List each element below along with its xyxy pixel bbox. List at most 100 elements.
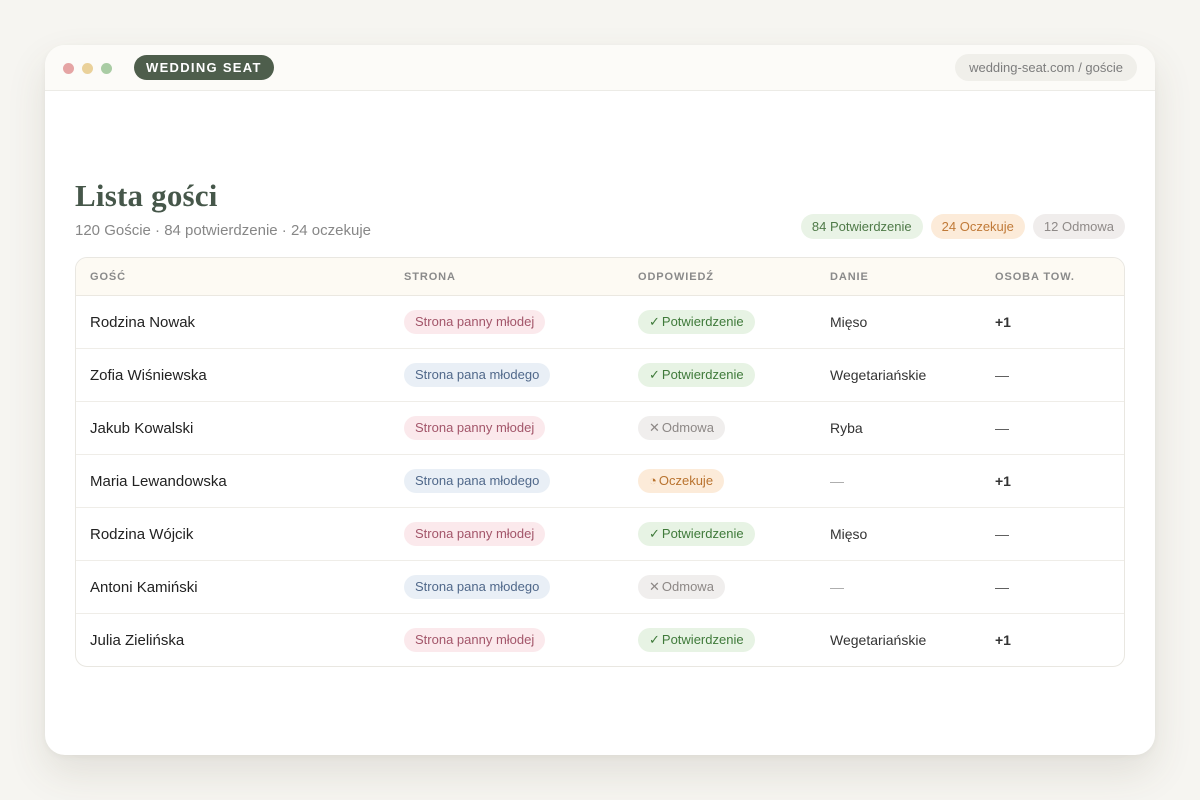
guest-name[interactable]: Jakub Kowalski [90,420,193,437]
rsvp-summary: 84 Potwierdzenie 24 Oczekuje 12 Odmowa [800,214,1125,239]
rsvp-cell: ✓ Potwierdzenie [638,508,755,560]
side-badge: Strona panny młodej [404,310,546,334]
guest-name[interactable]: Maria Lewandowska [90,473,227,490]
rsvp-confirmed-icon: ✓ [649,314,660,329]
side-badge: Strona pana młodego [404,469,551,493]
side-badge: Strona panny młodej [404,628,546,652]
title-bar: WEDDING SEAT wedding-seat.com / goście [45,45,1155,91]
side-cell: Strona pana młodego [404,349,551,401]
rsvp-status-badge[interactable]: ✕ Odmowa [638,575,725,599]
side-cell: Strona panny młodej [404,508,546,560]
plus-one-cell: — [995,402,1009,454]
meal-value: Ryba [830,420,863,436]
rsvp-status-badge[interactable]: ✕ Odmowa [638,416,725,440]
meal-cell: — [830,455,844,507]
column-header-rsvp[interactable]: ODPOWIEDŹ [638,258,714,296]
meal-cell: — [830,561,844,613]
table-row[interactable]: Maria Lewandowska Strona pana młodego ◔ Ocz… [76,455,1124,508]
meal-cell: Ryba [830,402,863,454]
browser-window: WEDDING SEAT wedding-seat.com / goście L… [45,45,1155,755]
plus-one-value: +1 [995,473,1011,489]
plus-one-cell: — [995,561,1009,613]
side-cell: Strona pana młodego [404,455,551,507]
side-cell: Strona panny młodej [404,402,546,454]
side-badge: Strona pana młodego [404,363,551,387]
rsvp-status-badge[interactable]: ✓ Potwierdzenie [638,522,755,546]
pending-count-badge[interactable]: 24 Oczekuje [930,214,1025,239]
minimize-window-dot[interactable] [82,63,93,74]
table-row[interactable]: Julia Zielińska Strona panny młodej ✓ Potwi… [76,614,1124,666]
side-cell: Strona pana młodego [404,561,551,613]
plus-one-value: — [995,579,1009,595]
rsvp-status-label: Oczekuje [658,473,714,488]
declined-count-badge[interactable]: 12 Odmowa [1032,214,1125,239]
close-window-dot[interactable] [63,63,74,74]
guest-cell: Rodzina Nowak [90,296,195,348]
table-row[interactable]: Rodzina Nowak Strona panny młodej ✓ Potwier… [76,296,1124,349]
plus-one-value: — [995,367,1009,383]
meal-cell: Wegetariańskie [830,349,926,401]
guest-cell: Zofia Wiśniewska [90,349,207,401]
rsvp-status-label: Potwierdzenie [661,367,744,382]
plus-one-value: — [995,420,1009,436]
rsvp-cell: ✓ Potwierdzenie [638,296,755,348]
table-row[interactable]: Antoni Kamiński Strona pana młodego ✕ Odmow… [76,561,1124,614]
maximize-window-dot[interactable] [101,63,112,74]
brand-badge[interactable]: WEDDING SEAT [134,55,274,80]
table-row[interactable]: Zofia Wiśniewska Strona pana młodego ✓ Potw… [76,349,1124,402]
page-subtitle: 120 Goście · 84 potwierdzenie · 24 oczek… [75,222,372,239]
url-bar[interactable]: wedding-seat.com / goście [955,54,1137,81]
guest-cell: Antoni Kamiński [90,561,198,613]
rsvp-cell: ✕ Odmowa [638,402,725,454]
rsvp-status-badge[interactable]: ✓ Potwierdzenie [638,310,755,334]
plus-one-cell: +1 [995,455,1011,507]
plus-one-value: — [995,526,1009,542]
rsvp-status-label: Potwierdzenie [661,526,744,541]
confirmed-count-badge[interactable]: 84 Potwierdzenie [800,214,923,239]
guest-name[interactable]: Julia Zielińska [90,632,184,649]
rsvp-status-badge[interactable]: ✓ Potwierdzenie [638,363,755,387]
page-title: Lista gości [75,178,218,213]
rsvp-cell: ✓ Potwierdzenie [638,349,755,401]
table-header: GOŚĆ STRONA ODPOWIEDŹ DANIE OSOBA TOW. [76,258,1124,296]
meal-cell: Wegetariańskie [830,614,926,666]
guest-cell: Maria Lewandowska [90,455,227,507]
guest-name[interactable]: Antoni Kamiński [90,579,198,596]
rsvp-declined-icon: ✕ [649,579,660,594]
guest-cell: Rodzina Wójcik [90,508,193,560]
rsvp-cell: ◔ Oczekuje [638,455,725,507]
plus-one-cell: — [995,349,1009,401]
rsvp-status-badge[interactable]: ◔ Oczekuje [638,469,725,493]
guest-name[interactable]: Zofia Wiśniewska [90,367,207,384]
guest-name[interactable]: Rodzina Nowak [90,314,195,331]
meal-value: Wegetariańskie [830,632,927,648]
guest-cell: Julia Zielińska [90,614,184,666]
plus-one-cell: +1 [995,296,1011,348]
rsvp-confirmed-icon: ✓ [649,526,660,541]
meal-value: Mięso [830,526,868,542]
guest-table: GOŚĆ STRONA ODPOWIEDŹ DANIE OSOBA TOW. R… [75,257,1125,667]
column-header-meal[interactable]: DANIE [830,258,869,296]
plus-one-cell: — [995,508,1009,560]
rsvp-pending-icon: ◔ [649,473,657,488]
meal-value: Wegetariańskie [830,367,927,383]
guest-cell: Jakub Kowalski [90,402,193,454]
plus-one-value: +1 [995,314,1011,330]
rsvp-status-label: Potwierdzenie [661,314,744,329]
rsvp-confirmed-icon: ✓ [649,367,660,382]
meal-cell: Mięso [830,508,867,560]
column-header-guest[interactable]: GOŚĆ [90,258,126,296]
column-header-side[interactable]: STRONA [404,258,456,296]
meal-value: — [830,579,844,595]
plus-one-value: +1 [995,632,1011,648]
rsvp-cell: ✕ Odmowa [638,561,725,613]
column-header-plus-one[interactable]: OSOBA TOW. [995,258,1075,296]
rsvp-confirmed-icon: ✓ [649,632,660,647]
meal-value: — [830,473,844,489]
table-row[interactable]: Rodzina Wójcik Strona panny młodej ✓ Potwie… [76,508,1124,561]
guest-name[interactable]: Rodzina Wójcik [90,526,193,543]
rsvp-status-badge[interactable]: ✓ Potwierdzenie [638,628,755,652]
table-row[interactable]: Jakub Kowalski Strona panny młodej ✕ Odmowa… [76,402,1124,455]
meal-value: Mięso [830,314,868,330]
rsvp-status-label: Odmowa [661,420,714,435]
